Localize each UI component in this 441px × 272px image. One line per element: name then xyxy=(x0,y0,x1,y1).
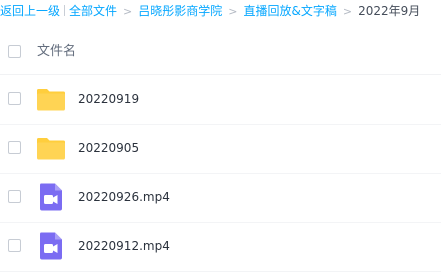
column-header-filename[interactable]: 文件名 xyxy=(37,42,76,62)
breadcrumb-level-1[interactable]: 吕晓彤影商学院 xyxy=(138,4,222,18)
row-checkbox[interactable] xyxy=(8,92,21,105)
folder-icon xyxy=(37,89,65,111)
file-row-video[interactable]: 20220926.mp4 xyxy=(0,173,441,223)
chevron-right-icon: > xyxy=(228,5,238,18)
file-name[interactable]: 20220905 xyxy=(78,138,139,158)
file-row-folder[interactable]: 20220905 xyxy=(0,124,441,174)
video-file-icon xyxy=(40,232,62,260)
chevron-right-icon: > xyxy=(342,5,353,18)
breadcrumb-all-files[interactable]: 全部文件 xyxy=(69,4,117,18)
file-name[interactable]: 20220919 xyxy=(78,89,139,109)
file-row-folder[interactable]: 20220919 xyxy=(0,75,441,125)
folder-icon xyxy=(37,138,65,160)
file-name[interactable]: 20220926.mp4 xyxy=(78,187,170,207)
file-list-header: 文件名 xyxy=(0,30,441,75)
back-link[interactable]: 返回上一级 xyxy=(0,4,60,18)
breadcrumb-divider xyxy=(64,5,66,16)
select-all-checkbox[interactable] xyxy=(8,45,21,58)
breadcrumb: 返回上一级 全部文件 > 吕晓彤影商学院 > 直播回放&文字稿 >2022年9月 xyxy=(0,0,441,22)
row-checkbox[interactable] xyxy=(8,190,21,203)
row-checkbox[interactable] xyxy=(8,239,21,252)
row-checkbox[interactable] xyxy=(8,141,21,154)
file-name[interactable]: 20220912.mp4 xyxy=(78,236,170,256)
video-file-icon xyxy=(40,183,62,211)
breadcrumb-current: 2022年9月 xyxy=(358,4,421,18)
breadcrumb-level-2[interactable]: 直播回放&文字稿 xyxy=(243,4,336,18)
chevron-right-icon: > xyxy=(123,5,133,18)
file-row-video[interactable]: 20220912.mp4 xyxy=(0,222,441,272)
